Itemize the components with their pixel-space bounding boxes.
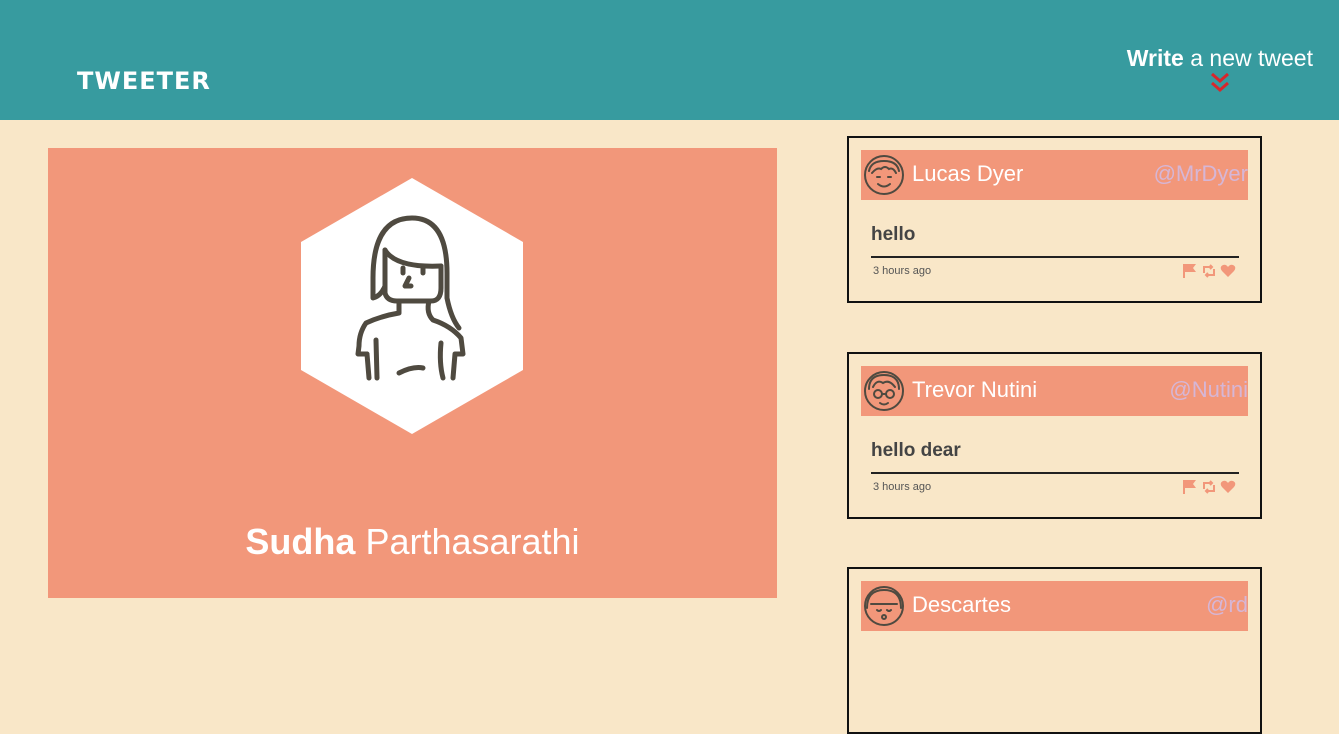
tweet-actions — [1183, 479, 1239, 495]
tweet-author-handle[interactable]: @MrDyer — [1154, 160, 1248, 188]
profile-name: Sudha Parthasarathi — [48, 521, 777, 563]
tweet-actions — [1183, 263, 1239, 279]
tweet-timestamp: 3 hours ago — [873, 481, 932, 493]
tweet-header: Lucas Dyer @MrDyer — [861, 150, 1248, 200]
top-navbar: TWEETER Write a new tweet — [0, 0, 1339, 120]
glasses-avatar-icon — [864, 371, 904, 411]
flag-icon[interactable] — [1183, 479, 1197, 495]
tweet-author-name: Descartes — [912, 592, 1012, 617]
tweet-timestamp: 3 hours ago — [873, 265, 932, 277]
brand-logo[interactable]: TWEETER — [77, 66, 211, 96]
tweet-header: Trevor Nutini @Nutini — [861, 366, 1248, 416]
tweet-card: Trevor Nutini @Nutini hello dear 3 hours… — [847, 352, 1262, 519]
double-chevron-down-icon[interactable] — [1210, 72, 1230, 94]
tweet-divider — [871, 256, 1239, 258]
tweet-author-handle[interactable]: @rd — [1206, 591, 1248, 619]
heart-icon[interactable] — [1220, 479, 1236, 495]
tweet-text: hello dear — [871, 440, 961, 461]
tweet-card: Descartes @rd — [847, 567, 1262, 734]
profile-first-name: Sudha — [245, 521, 356, 562]
profile-card: Sudha Parthasarathi — [48, 148, 777, 598]
tweet-card: Lucas Dyer @MrDyer hello 3 hours ago — [847, 136, 1262, 303]
retweet-icon[interactable] — [1201, 479, 1217, 495]
tweet-header: Descartes @rd — [861, 581, 1248, 631]
tweet-author-name: Trevor Nutini — [912, 377, 1038, 402]
tweet-author-name: Lucas Dyer — [912, 161, 1024, 186]
flag-icon[interactable] — [1183, 263, 1197, 279]
compose-tweet-toggle[interactable]: Write a new tweet — [1127, 44, 1313, 94]
profile-last-name: Parthasarathi — [355, 521, 580, 562]
tweet-text: hello — [871, 224, 916, 245]
compose-label-bold: Write — [1126, 45, 1184, 71]
heart-icon[interactable] — [1220, 263, 1236, 279]
tweet-divider — [871, 472, 1239, 474]
compose-label-rest: a new tweet — [1183, 45, 1313, 71]
girl-avatar-icon — [864, 586, 904, 626]
tweet-author-handle[interactable]: @Nutini — [1169, 376, 1248, 404]
retweet-icon[interactable] — [1201, 263, 1217, 279]
boy-avatar-icon — [864, 155, 904, 195]
compose-label: Write a new tweet — [1127, 44, 1313, 72]
woman-avatar-icon — [301, 178, 523, 434]
